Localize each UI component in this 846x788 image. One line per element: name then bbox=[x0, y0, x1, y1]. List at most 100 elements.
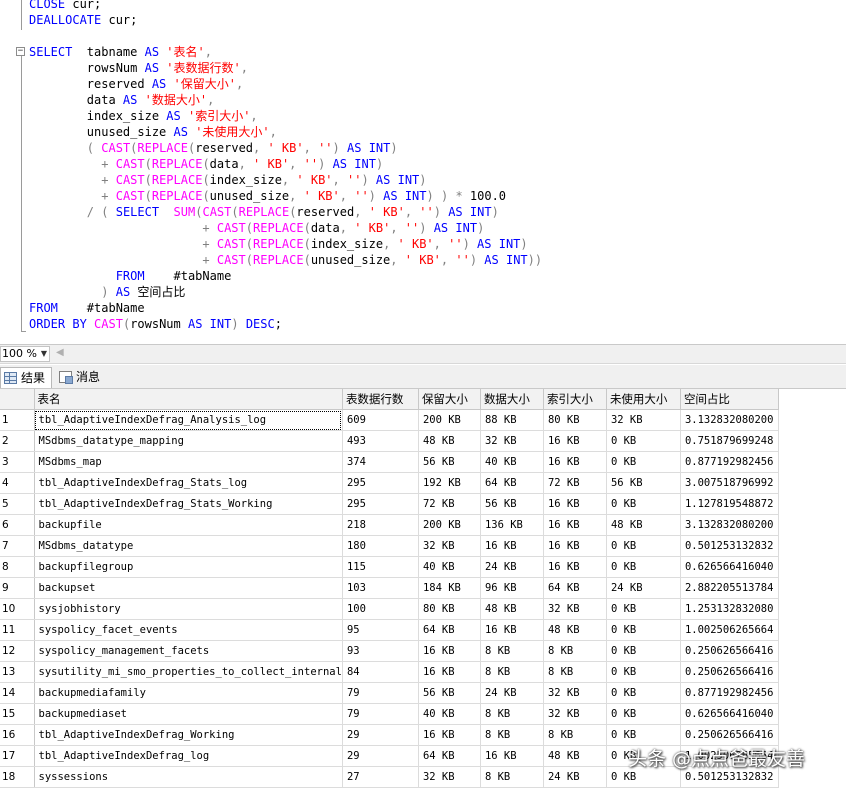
table-row[interactable]: 3 MSdbms_map 374 56 KB 40 KB 16 KB 0 KB 0.87719… bbox=[0, 451, 779, 473]
grid-cell[interactable]: backupmediafamily bbox=[34, 682, 343, 704]
grid-cell[interactable]: 0.626566416040 bbox=[680, 703, 779, 725]
grid-cell[interactable]: 218 bbox=[342, 514, 419, 536]
grid-cell[interactable]: 0.250626566416 bbox=[680, 640, 779, 662]
grid-cell[interactable]: 0 KB bbox=[606, 535, 681, 557]
code-line[interactable]: FROM #tabName bbox=[29, 300, 145, 316]
table-row[interactable]: 9 backupset 103 184 KB 96 KB 64 KB 24 KB 2.8822… bbox=[0, 577, 779, 599]
grid-cell[interactable]: 16 KB bbox=[418, 661, 481, 683]
grid-cell[interactable]: 0 KB bbox=[606, 451, 681, 473]
grid-cell[interactable]: 8 KB bbox=[480, 703, 544, 725]
column-header[interactable]: 数据大小 bbox=[480, 389, 544, 410]
grid-cell[interactable]: 8 KB bbox=[543, 640, 607, 662]
grid-cell[interactable]: 16 KB bbox=[543, 451, 607, 473]
table-row[interactable]: 12 syspolicy_management_facets 93 16 KB 8 KB… bbox=[0, 640, 779, 662]
grid-cell[interactable]: 56 KB bbox=[418, 451, 481, 473]
table-row[interactable]: 4 tbl_AdaptiveIndexDefrag_Stats_log 295 192… bbox=[0, 472, 779, 494]
scroll-left-icon[interactable]: ◀ bbox=[56, 347, 64, 358]
column-header[interactable]: 索引大小 bbox=[543, 389, 607, 410]
grid-cell[interactable]: 24 KB bbox=[543, 766, 607, 788]
table-row[interactable]: 2 MSdbms_datatype_mapping 493 48 KB 32 KB 16 … bbox=[0, 430, 779, 452]
grid-cell[interactable]: 0.751879699248 bbox=[680, 430, 779, 452]
grid-cell[interactable]: syspolicy_management_facets bbox=[34, 640, 343, 662]
grid-cell[interactable]: 3.007518796992 bbox=[680, 472, 779, 494]
grid-cell[interactable]: 79 bbox=[342, 703, 419, 725]
table-row[interactable]: 10 sysjobhistory 100 80 KB 48 KB 32 KB 0 KB 1.2… bbox=[0, 598, 779, 620]
results-grid[interactable]: 表名 表数据行数 保留大小 数据大小 索引大小 未使用大小 空间占比 1 tbl_Adapti… bbox=[0, 389, 846, 788]
code-line[interactable]: FROM #tabName bbox=[29, 268, 232, 284]
grid-cell[interactable]: 0 KB bbox=[606, 598, 681, 620]
grid-cell[interactable]: backupfilegroup bbox=[34, 556, 343, 578]
code-line[interactable]: rowsNum AS '表数据行数', bbox=[29, 60, 248, 76]
grid-cell[interactable]: 3.132832080200 bbox=[680, 514, 779, 536]
row-number[interactable]: 13 bbox=[0, 661, 35, 683]
grid-cell[interactable]: 0 KB bbox=[606, 430, 681, 452]
grid-cell[interactable]: 8 KB bbox=[480, 766, 544, 788]
grid-cell[interactable]: tbl_AdaptiveIndexDefrag_log bbox=[34, 745, 343, 767]
grid-cell[interactable]: 48 KB bbox=[480, 598, 544, 620]
row-number[interactable]: 7 bbox=[0, 535, 35, 557]
table-row[interactable]: 14 backupmediafamily 79 56 KB 24 KB 32 KB 0 KB… bbox=[0, 682, 779, 704]
code-line[interactable]: + CAST(REPLACE(index_size, ' KB', '') AS… bbox=[29, 172, 426, 188]
column-header[interactable]: 未使用大小 bbox=[606, 389, 681, 410]
grid-cell[interactable]: 32 KB bbox=[480, 430, 544, 452]
grid-cell[interactable]: 93 bbox=[342, 640, 419, 662]
grid-cell[interactable]: 0.877192982456 bbox=[680, 451, 779, 473]
row-number[interactable]: 16 bbox=[0, 724, 35, 746]
grid-cell[interactable]: 100 bbox=[342, 598, 419, 620]
row-number[interactable]: 15 bbox=[0, 703, 35, 725]
grid-cell[interactable]: 0 KB bbox=[606, 724, 681, 746]
sql-editor[interactable]: − CLOSE cur; DEALLOCATE cur; SELECT tabnam… bbox=[0, 0, 846, 344]
grid-cell[interactable]: 1.253132832080 bbox=[680, 598, 779, 620]
code-line[interactable]: DEALLOCATE cur; bbox=[29, 12, 137, 28]
grid-cell[interactable]: 16 KB bbox=[543, 535, 607, 557]
chevron-down-icon[interactable]: ▼ bbox=[41, 347, 47, 361]
column-header[interactable]: 表名 bbox=[34, 389, 343, 410]
grid-cell[interactable]: 0 KB bbox=[606, 640, 681, 662]
grid-cell[interactable]: 64 KB bbox=[543, 577, 607, 599]
grid-cell[interactable]: 16 KB bbox=[543, 514, 607, 536]
grid-cell[interactable]: 0 KB bbox=[606, 619, 681, 641]
grid-cell[interactable]: 8 KB bbox=[480, 661, 544, 683]
grid-cell[interactable]: 16 KB bbox=[418, 724, 481, 746]
grid-cell[interactable]: 136 KB bbox=[480, 514, 544, 536]
grid-cell[interactable]: 0.877192982456 bbox=[680, 682, 779, 704]
collapse-toggle[interactable]: − bbox=[16, 47, 25, 56]
grid-cell[interactable]: 295 bbox=[342, 493, 419, 515]
row-number[interactable]: 14 bbox=[0, 682, 35, 704]
row-number[interactable]: 11 bbox=[0, 619, 35, 641]
row-number[interactable]: 1 bbox=[0, 409, 35, 431]
grid-cell[interactable]: 72 KB bbox=[418, 493, 481, 515]
grid-cell[interactable]: 80 KB bbox=[418, 598, 481, 620]
grid-cell[interactable]: 32 KB bbox=[543, 598, 607, 620]
grid-cell[interactable]: 2.882205513784 bbox=[680, 577, 779, 599]
grid-cell[interactable]: 184 KB bbox=[418, 577, 481, 599]
row-number[interactable]: 5 bbox=[0, 493, 35, 515]
grid-cell[interactable]: 64 KB bbox=[480, 472, 544, 494]
column-header[interactable]: 表数据行数 bbox=[342, 389, 419, 410]
grid-cell[interactable]: 16 KB bbox=[543, 556, 607, 578]
row-number-header[interactable] bbox=[0, 389, 35, 410]
code-line[interactable]: index_size AS '索引大小', bbox=[29, 108, 258, 124]
table-row[interactable]: 11 syspolicy_facet_events 95 64 KB 16 KB 48 K… bbox=[0, 619, 779, 641]
code-line[interactable]: SELECT tabname AS '表名', bbox=[29, 44, 212, 60]
table-row[interactable]: 15 backupmediaset 79 40 KB 8 KB 32 KB 0 KB 0.62… bbox=[0, 703, 779, 725]
code-line[interactable]: + CAST(REPLACE(unused_size, ' KB', '') A… bbox=[29, 188, 506, 204]
table-row[interactable]: 5 tbl_AdaptiveIndexDefrag_Stats_Working 29… bbox=[0, 493, 779, 515]
grid-cell[interactable]: 1.127819548872 bbox=[680, 493, 779, 515]
grid-cell[interactable]: 192 KB bbox=[418, 472, 481, 494]
grid-cell[interactable]: 32 KB bbox=[543, 703, 607, 725]
code-line[interactable]: + CAST(REPLACE(data, ' KB', '') AS INT) bbox=[29, 220, 484, 236]
grid-cell[interactable]: 0.250626566416 bbox=[680, 661, 779, 683]
grid-cell[interactable]: backupfile bbox=[34, 514, 343, 536]
grid-cell[interactable]: 115 bbox=[342, 556, 419, 578]
row-number[interactable]: 18 bbox=[0, 766, 35, 788]
grid-cell[interactable]: 88 KB bbox=[480, 409, 544, 431]
table-row[interactable]: 1 tbl_AdaptiveIndexDefrag_Analysis_log 609… bbox=[0, 409, 779, 431]
grid-cell[interactable]: 29 bbox=[342, 724, 419, 746]
grid-cell[interactable]: 16 KB bbox=[543, 493, 607, 515]
code-line[interactable]: unused_size AS '未使用大小', bbox=[29, 124, 277, 140]
grid-cell[interactable]: 72 KB bbox=[543, 472, 607, 494]
grid-cell[interactable]: 0.626566416040 bbox=[680, 556, 779, 578]
grid-cell[interactable]: 0 KB bbox=[606, 493, 681, 515]
grid-cell[interactable]: tbl_AdaptiveIndexDefrag_Working bbox=[34, 724, 343, 746]
